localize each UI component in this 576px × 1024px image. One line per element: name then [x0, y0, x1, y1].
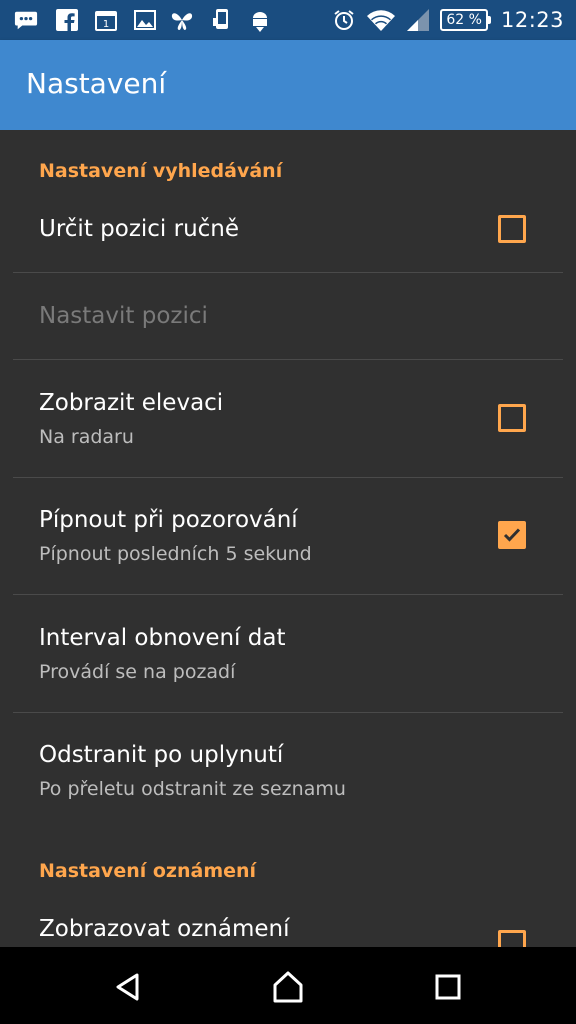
- pref-beep-observation[interactable]: Pípnout při pozorování Pípnout posledníc…: [0, 478, 576, 595]
- battery-indicator: 62 %: [440, 9, 491, 31]
- app-bar: Nastavení: [0, 40, 576, 130]
- facebook-icon: [55, 8, 79, 32]
- wifi-icon: [366, 8, 396, 32]
- pref-summary: Po přeletu odstranit ze seznamu: [39, 778, 346, 800]
- pref-refresh-interval[interactable]: Interval obnovení dat Provádí se na poza…: [0, 595, 576, 712]
- pref-title: Zobrazovat oznámení: [39, 916, 290, 942]
- pref-show-elevation[interactable]: Zobrazit elevaci Na radaru: [0, 360, 576, 477]
- alarm-icon: [332, 8, 356, 32]
- svg-text:1: 1: [103, 19, 109, 30]
- pref-title: Určit pozici ručně: [39, 216, 240, 242]
- pref-title: Zobrazit elevaci: [39, 390, 224, 416]
- calendar-icon: 1: [94, 8, 118, 32]
- pref-set-position[interactable]: Nastavit pozici: [0, 273, 576, 359]
- back-icon[interactable]: [108, 967, 148, 1007]
- pref-title: Odstranit po uplynutí: [39, 742, 284, 768]
- pref-manual-position[interactable]: Určit pozici ručně: [0, 194, 576, 272]
- status-right: 62 % 12:23: [332, 0, 564, 40]
- checkbox-show-elevation[interactable]: [498, 404, 526, 432]
- section-header-notifications: Nastavení oznámení: [39, 860, 257, 882]
- chat-icon: [14, 8, 38, 32]
- recents-icon[interactable]: [428, 967, 468, 1007]
- checkmark-icon: [503, 528, 521, 542]
- battery-tip: [487, 16, 491, 24]
- bird-icon: [170, 8, 194, 32]
- clock: 12:23: [500, 8, 564, 32]
- checkbox-manual-position[interactable]: [498, 215, 526, 243]
- pref-title: Interval obnovení dat: [39, 625, 286, 651]
- settings-list[interactable]: Nastavení vyhledávání Určit pozici ručně…: [0, 130, 576, 947]
- pref-title: Nastavit pozici: [39, 303, 208, 329]
- page-title: Nastavení: [26, 67, 167, 100]
- pref-show-notifications[interactable]: Zobrazovat oznámení: [0, 894, 576, 947]
- status-bar: 1 62 % 12:23: [0, 0, 576, 40]
- pref-remove-expired[interactable]: Odstranit po uplynutí Po přeletu odstran…: [0, 713, 576, 830]
- checkbox-beep-observation[interactable]: [498, 521, 526, 549]
- pref-title: Pípnout při pozorování: [39, 507, 298, 533]
- checkbox-show-notifications[interactable]: [498, 930, 526, 947]
- phone-icon: [210, 8, 234, 32]
- android-download-icon: [248, 8, 272, 32]
- pref-summary: Provádí se na pozadí: [39, 661, 236, 683]
- battery-label: 62 %: [440, 9, 488, 31]
- home-icon[interactable]: [268, 967, 308, 1007]
- pref-summary: Pípnout posledních 5 sekund: [39, 543, 312, 565]
- image-icon: [133, 8, 157, 32]
- signal-icon: [406, 8, 430, 32]
- section-header-search: Nastavení vyhledávání: [39, 160, 283, 182]
- navigation-bar: [0, 947, 576, 1024]
- pref-summary: Na radaru: [39, 426, 134, 448]
